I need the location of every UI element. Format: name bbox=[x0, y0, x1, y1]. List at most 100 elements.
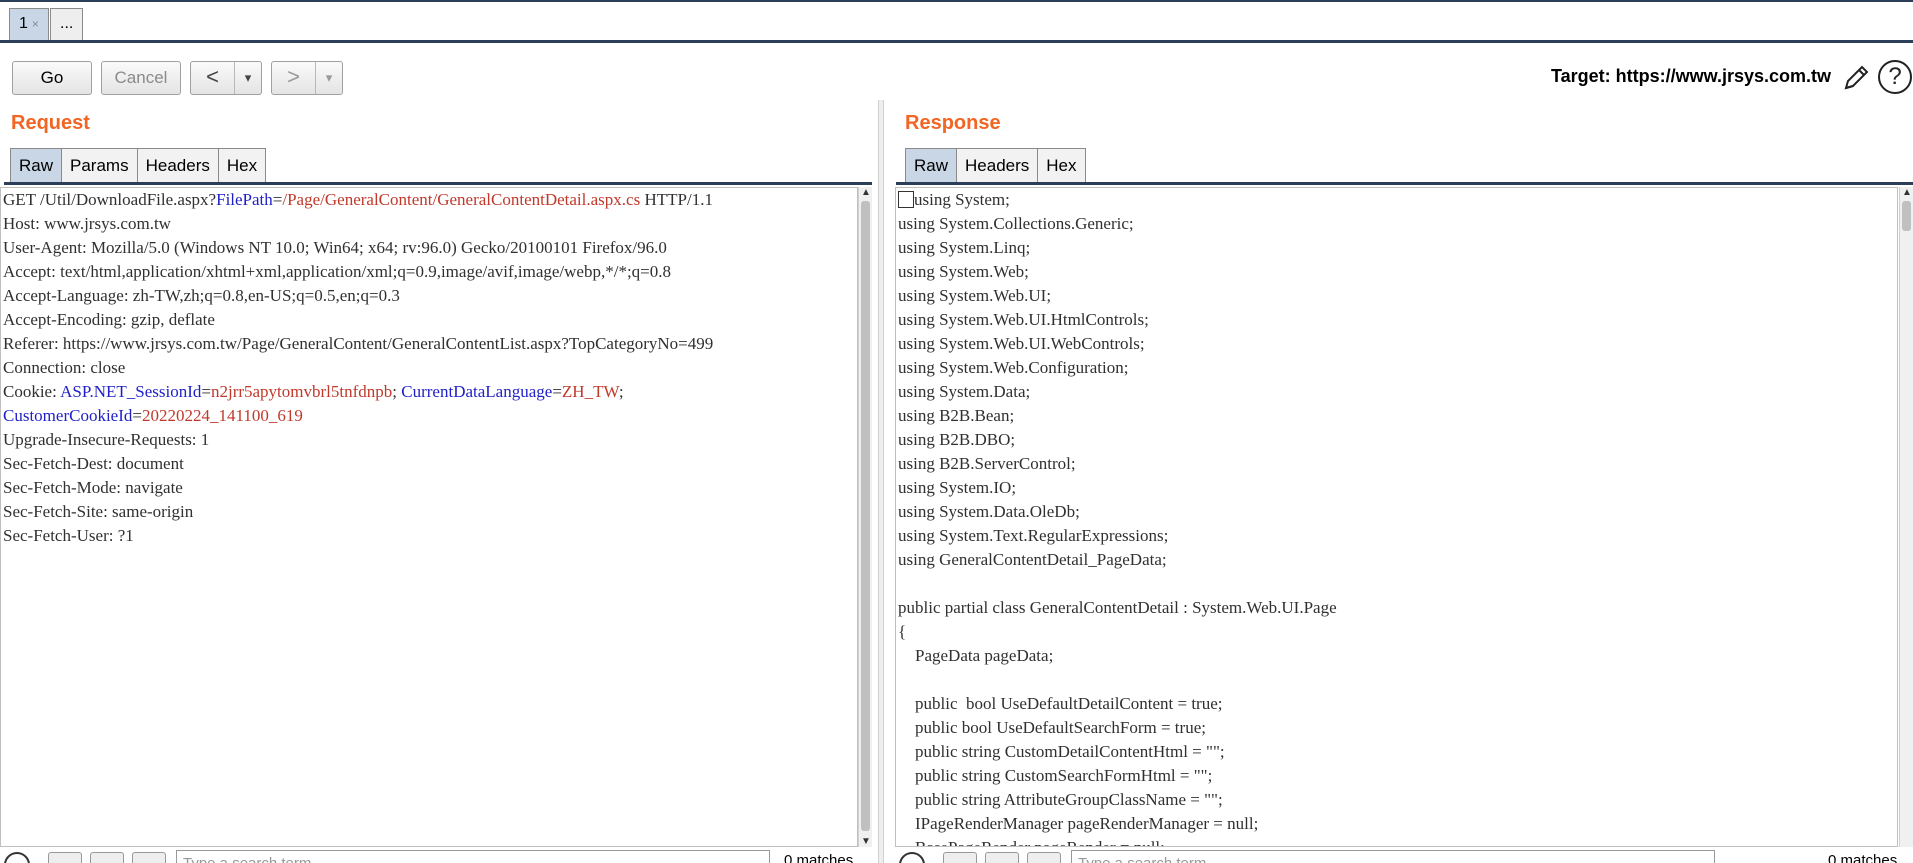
response-line: using System.Text.RegularExpressions; bbox=[898, 524, 1897, 548]
help-icon[interactable] bbox=[899, 852, 925, 863]
response-search-bar: Type a search term 0 matches bbox=[895, 848, 1913, 863]
help-icon[interactable]: ? bbox=[1878, 60, 1912, 94]
tab-close-icon[interactable]: × bbox=[32, 17, 39, 31]
param-name: FilePath bbox=[216, 190, 273, 209]
response-scrollbar[interactable]: ▲ bbox=[1899, 187, 1913, 847]
request-search-input[interactable]: Type a search term bbox=[176, 850, 770, 863]
scroll-up-icon[interactable]: ▲ bbox=[861, 187, 871, 198]
request-text-segment: = bbox=[552, 382, 562, 401]
request-tab-headers[interactable]: Headers bbox=[136, 148, 219, 182]
forward-button[interactable]: > ▾ bbox=[271, 61, 343, 95]
pane-splitter[interactable] bbox=[878, 100, 884, 863]
response-line: using B2B.ServerControl; bbox=[898, 452, 1897, 476]
response-line: using System; bbox=[898, 188, 1897, 212]
param-value: 20220224_141100_619 bbox=[141, 406, 303, 425]
response-line-text: using System.Data; bbox=[898, 382, 1031, 401]
response-line-text: { bbox=[898, 622, 907, 641]
back-arrow-icon[interactable]: < bbox=[191, 62, 235, 94]
request-line: Host: www.jrsys.com.tw bbox=[3, 212, 857, 236]
request-line: Accept: text/html,application/xhtml+xml,… bbox=[3, 260, 857, 284]
request-tab-rule bbox=[4, 182, 872, 185]
response-line: using System.Data.OleDb; bbox=[898, 500, 1897, 524]
response-line bbox=[898, 572, 1897, 596]
response-line: using System.Web.Configuration; bbox=[898, 356, 1897, 380]
request-line: Cookie: ASP.NET_SessionId=n2jrr5apytomvb… bbox=[3, 380, 857, 404]
response-line: using B2B.Bean; bbox=[898, 404, 1897, 428]
request-line: Sec-Fetch-User: ?1 bbox=[3, 524, 857, 548]
response-line-text: using System.Web.UI.HtmlControls; bbox=[898, 310, 1149, 329]
request-line: CustomerCookieId=20220224_141100_619 bbox=[3, 404, 857, 428]
response-tab-headers[interactable]: Headers bbox=[956, 148, 1039, 182]
search-prev-button[interactable] bbox=[943, 852, 977, 863]
response-tab-raw[interactable]: Raw bbox=[905, 148, 958, 182]
response-line: public bool UseDefaultSearchForm = true; bbox=[898, 716, 1897, 740]
request-tab-hex[interactable]: Hex bbox=[217, 148, 267, 182]
response-line: public string CustomDetailContentHtml = … bbox=[898, 740, 1897, 764]
request-line: Referer: https://www.jrsys.com.tw/Page/G… bbox=[3, 332, 857, 356]
response-line-text: using System; bbox=[914, 190, 1010, 209]
response-line-text: using System.Data.OleDb; bbox=[898, 502, 1080, 521]
request-scroll-thumb[interactable] bbox=[861, 201, 870, 831]
search-prev-button[interactable] bbox=[48, 852, 82, 863]
request-text[interactable]: GET /Util/DownloadFile.aspx?FilePath=/Pa… bbox=[1, 188, 857, 548]
request-line: GET /Util/DownloadFile.aspx?FilePath=/Pa… bbox=[3, 188, 857, 212]
search-options-button[interactable] bbox=[1027, 852, 1061, 863]
response-line: public partial class GeneralContentDetai… bbox=[898, 596, 1897, 620]
response-text[interactable]: using System; using System.Collections.Ge… bbox=[896, 188, 1897, 846]
response-editor[interactable]: using System; using System.Collections.Ge… bbox=[895, 187, 1898, 847]
response-line-text: public bool UseDefaultSearchForm = true; bbox=[898, 718, 1206, 737]
tab-1-label: 1 bbox=[19, 15, 28, 32]
param-name: CustomerCookieId bbox=[3, 406, 133, 425]
back-history-dropdown-icon[interactable]: ▾ bbox=[235, 62, 261, 94]
scroll-up-icon[interactable]: ▲ bbox=[1902, 187, 1912, 198]
response-search-input[interactable]: Type a search term bbox=[1071, 850, 1715, 863]
request-text-segment: Sec-Fetch-Site: same-origin bbox=[3, 502, 194, 521]
request-text-segment: = bbox=[132, 406, 142, 425]
response-line: using System.Web.UI; bbox=[898, 284, 1897, 308]
response-line-text: public bool UseDefaultDetailContent = tr… bbox=[898, 694, 1223, 713]
request-editor[interactable]: GET /Util/DownloadFile.aspx?FilePath=/Pa… bbox=[0, 187, 858, 847]
response-line: using System.Web.UI.WebControls; bbox=[898, 332, 1897, 356]
back-button[interactable]: < ▾ bbox=[190, 61, 262, 95]
cancel-button[interactable]: Cancel bbox=[101, 61, 181, 95]
response-line: using System.IO; bbox=[898, 476, 1897, 500]
pencil-icon[interactable] bbox=[1840, 62, 1872, 94]
tab-strip-rule bbox=[0, 40, 1913, 43]
forward-history-dropdown-icon[interactable]: ▾ bbox=[316, 62, 342, 94]
response-line-text: using B2B.Bean; bbox=[898, 406, 1015, 425]
new-tab-button[interactable]: ... bbox=[50, 8, 84, 40]
request-line: User-Agent: Mozilla/5.0 (Windows NT 10.0… bbox=[3, 236, 857, 260]
request-text-segment: Accept-Encoding: gzip, deflate bbox=[3, 310, 215, 329]
param-value: ZH_TW bbox=[561, 382, 619, 401]
search-next-button[interactable] bbox=[985, 852, 1019, 863]
request-text-segment: = bbox=[272, 190, 283, 209]
request-text-segment: Referer: https://www.jrsys.com.tw/Page/G… bbox=[3, 334, 714, 353]
request-text-segment: ; bbox=[618, 382, 624, 401]
response-line-text: using System.IO; bbox=[898, 478, 1017, 497]
request-line: Sec-Fetch-Dest: document bbox=[3, 452, 857, 476]
response-line: using System.Linq; bbox=[898, 236, 1897, 260]
response-line-text: public string CustomDetailContentHtml = … bbox=[898, 742, 1225, 761]
request-tab-params[interactable]: Params bbox=[61, 148, 138, 182]
response-line: BasePageRender pageRender = null; bbox=[898, 836, 1897, 846]
response-line: PageData pageData; bbox=[898, 644, 1897, 668]
request-scrollbar[interactable]: ▲ ▼ bbox=[858, 187, 872, 847]
response-line-text: BasePageRender pageRender = null; bbox=[898, 838, 1165, 846]
target-label: Target: https://www.jrsys.com.tw bbox=[1550, 66, 1831, 86]
response-line-text: using System.Collections.Generic; bbox=[898, 214, 1134, 233]
tab-1[interactable]: 1 × bbox=[9, 8, 49, 40]
response-line: { bbox=[898, 620, 1897, 644]
request-text-segment: Sec-Fetch-Mode: navigate bbox=[3, 478, 183, 497]
search-options-button[interactable] bbox=[132, 852, 166, 863]
help-icon[interactable] bbox=[4, 852, 30, 863]
text-cursor-box bbox=[898, 191, 914, 208]
response-tab-hex[interactable]: Hex bbox=[1037, 148, 1086, 182]
scroll-down-icon[interactable]: ▼ bbox=[861, 836, 871, 847]
response-scroll-thumb[interactable] bbox=[1902, 201, 1911, 231]
forward-arrow-icon[interactable]: > bbox=[272, 62, 316, 94]
response-line-text: using GeneralContentDetail_PageData; bbox=[898, 550, 1167, 569]
request-tab-raw[interactable]: Raw bbox=[10, 148, 63, 182]
search-next-button[interactable] bbox=[90, 852, 124, 863]
request-text-segment: Connection: close bbox=[3, 358, 126, 377]
go-button[interactable]: Go bbox=[12, 61, 92, 95]
